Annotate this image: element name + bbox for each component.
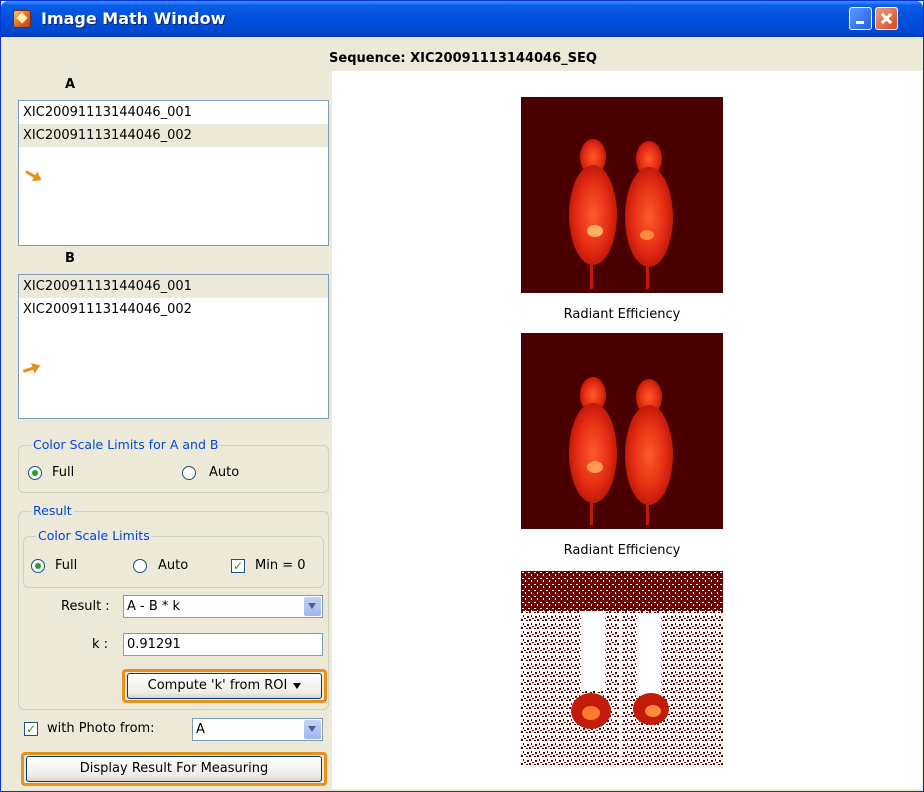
list-a[interactable]: XIC20091113144046_001 XIC20091113144046_…	[18, 100, 329, 246]
with-photo-checkbox[interactable]: ✓	[24, 722, 38, 736]
result-legend: Result	[31, 503, 74, 518]
app-icon	[13, 10, 31, 28]
full-radio-result[interactable]	[31, 559, 45, 573]
compute-k-label: Compute 'k' from ROI	[147, 678, 288, 693]
image-a	[521, 97, 723, 293]
title-bar[interactable]: Image Math Window	[1, 1, 923, 37]
list-b[interactable]: XIC20091113144046_001 XIC20091113144046_…	[18, 274, 329, 419]
image-b	[521, 333, 723, 529]
list-item-selected[interactable]: XIC20091113144046_002	[19, 124, 328, 147]
list-item-selected[interactable]: XIC20091113144046_001	[19, 275, 328, 298]
list-item[interactable]: XIC20091113144046_001	[19, 101, 328, 124]
full-radio-result-label[interactable]: Full	[55, 558, 77, 573]
auto-radio-result-label[interactable]: Auto	[158, 558, 188, 573]
result-select[interactable]: A - B * k	[123, 595, 323, 618]
auto-radio-ab[interactable]	[182, 466, 196, 480]
photo-source-value: A	[196, 722, 205, 737]
min-zero-checkbox[interactable]: ✓	[231, 559, 245, 573]
sequence-label: Sequence: XIC20091113144046_SEQ	[329, 51, 597, 66]
result-color-scale-legend: Color Scale Limits	[36, 528, 152, 543]
list-b-label: B	[65, 251, 75, 266]
chevron-down-icon[interactable]	[304, 597, 321, 616]
k-label: k :	[92, 637, 109, 652]
image-b-caption: Radiant Efficiency	[563, 543, 681, 558]
list-item[interactable]: XIC20091113144046_002	[19, 298, 328, 321]
full-radio-ab[interactable]	[28, 466, 42, 480]
window-title: Image Math Window	[41, 9, 226, 28]
image-a-caption: Radiant Efficiency	[563, 307, 681, 322]
result-select-value: A - B * k	[127, 599, 181, 614]
compute-k-button[interactable]: Compute 'k' from ROI	[127, 673, 322, 699]
minimize-button[interactable]	[849, 7, 872, 30]
k-input[interactable]: 0.91291	[123, 633, 323, 656]
result-image	[521, 571, 723, 767]
chevron-down-icon	[293, 682, 302, 689]
image-math-window: Image Math Window Sequence: XIC200911131…	[0, 0, 924, 792]
full-radio-ab-label[interactable]: Full	[52, 465, 74, 480]
image-panel: Radiant Efficiency Radiant Efficiency	[332, 71, 922, 789]
display-result-button[interactable]: Display Result For Measuring	[26, 756, 322, 782]
with-photo-label[interactable]: with Photo from:	[47, 721, 155, 736]
color-scale-ab-legend: Color Scale Limits for A and B	[31, 437, 221, 452]
auto-radio-result[interactable]	[133, 559, 147, 573]
photo-source-select[interactable]: A	[192, 718, 323, 741]
list-a-label: A	[65, 77, 76, 92]
close-button[interactable]	[875, 7, 898, 30]
auto-radio-ab-label[interactable]: Auto	[209, 465, 239, 480]
chevron-down-icon[interactable]	[304, 720, 321, 739]
min-zero-label[interactable]: Min = 0	[255, 558, 306, 573]
result-label: Result :	[61, 599, 110, 614]
